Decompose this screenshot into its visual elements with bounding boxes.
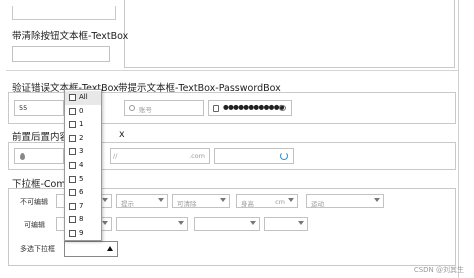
- not-editable-label: 不可编辑: [20, 198, 48, 206]
- dropdown-item-all[interactable]: All: [65, 91, 101, 105]
- dropdown-item-label: 4: [79, 161, 84, 169]
- dropdown-item[interactable]: 7: [65, 200, 101, 214]
- dropdown-item-label: All: [79, 93, 88, 101]
- loading-icon: [280, 152, 288, 160]
- top-left-box: [12, 6, 116, 20]
- dropdown-item[interactable]: 1: [65, 118, 101, 132]
- checkbox[interactable]: [69, 216, 76, 224]
- combo-clearable[interactable]: 可清除: [172, 194, 230, 208]
- right-edge-line: [458, 0, 459, 278]
- checkbox[interactable]: [69, 189, 76, 197]
- dropdown-item-label: 3: [79, 147, 84, 156]
- account-placeholder: 账号: [139, 106, 152, 114]
- checkbox[interactable]: [69, 94, 76, 101]
- dropdown-item-label: 0: [79, 106, 84, 115]
- multi-select-combobox[interactable]: [64, 241, 118, 257]
- dropdown-item-label: 9: [79, 229, 84, 237]
- domain-suffix: .com: [189, 152, 205, 160]
- section-title-clear-button-textbox: 带清除按钮文本框-TextBox: [12, 31, 129, 42]
- dropdown-item[interactable]: 4: [65, 159, 101, 173]
- lock-icon: [213, 105, 219, 112]
- combo-hint-placeholder: 提示: [121, 200, 134, 208]
- checkbox[interactable]: [69, 175, 76, 183]
- url-textbox[interactable]: // .com: [110, 148, 210, 164]
- checkbox[interactable]: [69, 134, 76, 142]
- chevron-down-icon: [220, 198, 226, 202]
- dropdown-item-label: 6: [79, 188, 84, 197]
- dropdown-item-label: 7: [79, 201, 84, 210]
- combo-activity-placeholder: 运动: [311, 200, 324, 208]
- validation-textbox[interactable]: 55: [14, 100, 64, 116]
- validation-value: 55: [19, 104, 28, 112]
- account-textbox[interactable]: 账号: [124, 100, 204, 116]
- eye-icon[interactable]: [279, 105, 286, 111]
- drop-icon: [20, 153, 25, 160]
- checkbox[interactable]: [69, 148, 76, 156]
- multi-select-label: 多选下拉框: [20, 245, 55, 253]
- user-icon: [129, 105, 135, 111]
- checkbox[interactable]: [69, 162, 76, 169]
- chevron-down-icon: [178, 221, 184, 225]
- combo-editable-4[interactable]: [264, 217, 308, 231]
- chevron-down-icon: [288, 198, 294, 202]
- combo-unit-placeholder: 身高: [241, 200, 254, 208]
- chevron-down-icon: [250, 221, 256, 225]
- multi-select-dropdown: All 0 1 2 3 4 5 6 7 8 9: [64, 89, 102, 241]
- checkbox[interactable]: [69, 121, 76, 129]
- chevron-down-icon: [374, 198, 380, 202]
- combo-editable-2[interactable]: [116, 217, 188, 231]
- editable-label: 可编辑: [24, 221, 45, 229]
- url-separator: //: [113, 152, 118, 160]
- checkbox[interactable]: [69, 202, 76, 210]
- combo-unit[interactable]: 身高 cm: [236, 194, 298, 208]
- section-divider: [6, 70, 458, 71]
- dropdown-item[interactable]: 9: [65, 227, 101, 241]
- checkbox[interactable]: [69, 107, 76, 115]
- multiline-textbox[interactable]: [124, 0, 455, 68]
- chevron-down-icon: [102, 221, 108, 225]
- chevron-down-icon: [298, 221, 304, 225]
- dropdown-item[interactable]: 2: [65, 132, 101, 146]
- clear-button-textbox[interactable]: [12, 46, 110, 62]
- chevron-down-icon: [102, 198, 108, 202]
- prefix-textbox[interactable]: [14, 148, 64, 164]
- combo-unit-suffix: cm: [275, 198, 285, 206]
- combo-hint[interactable]: 提示: [116, 194, 168, 208]
- combo-activity[interactable]: 运动: [306, 194, 384, 208]
- loading-textbox[interactable]: [214, 148, 294, 164]
- caret-up-icon: [107, 246, 113, 251]
- dropdown-item-label: 1: [79, 120, 84, 129]
- dropdown-item[interactable]: 6: [65, 186, 101, 200]
- chevron-down-icon: [158, 198, 164, 202]
- dropdown-item-label: 5: [79, 174, 84, 183]
- combo-editable-3[interactable]: [194, 217, 260, 231]
- watermark: CSDN @刘其生: [413, 266, 464, 274]
- section-title-prefix-suffix-tail: x: [119, 129, 125, 140]
- dropdown-item[interactable]: 5: [65, 173, 101, 187]
- dropdown-item-label: 8: [79, 215, 84, 224]
- password-box[interactable]: ●●●●●●●●●●●●: [208, 100, 292, 116]
- dropdown-item[interactable]: 3: [65, 145, 101, 159]
- password-mask: ●●●●●●●●●●●●: [223, 103, 284, 111]
- dropdown-item-label: 2: [79, 133, 84, 142]
- dropdown-item[interactable]: 8: [65, 213, 101, 227]
- section-title-prefix-suffix: 前置后置内容: [12, 132, 70, 143]
- combo-clearable-placeholder: 可清除: [177, 200, 197, 208]
- dropdown-item[interactable]: 0: [65, 105, 101, 119]
- checkbox[interactable]: [69, 230, 76, 237]
